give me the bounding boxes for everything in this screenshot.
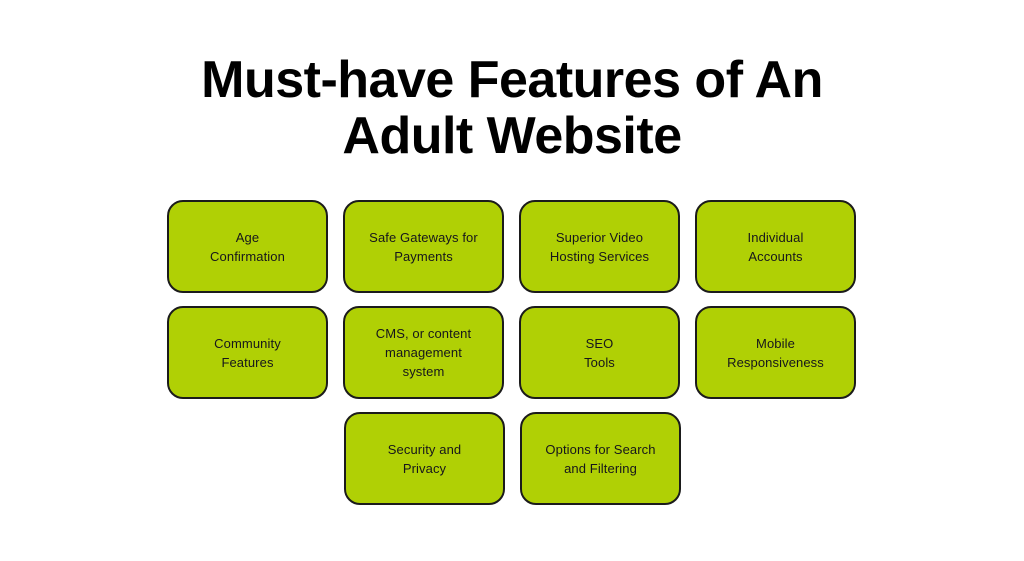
feature-card-individual-accounts[interactable]: Individual Accounts bbox=[695, 200, 856, 293]
feature-card-options-for-search-and-filtering[interactable]: Options for Search and Filtering bbox=[520, 412, 681, 505]
feature-card-superior-video-hosting-services[interactable]: Superior Video Hosting Services bbox=[519, 200, 680, 293]
feature-card-seo-tools[interactable]: SEO Tools bbox=[519, 306, 680, 399]
feature-card-label: Individual Accounts bbox=[747, 229, 804, 264]
feature-card-label: Mobile Responsiveness bbox=[727, 335, 824, 370]
page-title: Must-have Features of An Adult Website bbox=[201, 51, 823, 165]
feature-card-safe-gateways-for-payments[interactable]: Safe Gateways for Payments bbox=[343, 200, 504, 293]
card-row-2: Community Features CMS, or content manag… bbox=[167, 306, 859, 399]
feature-card-cms-content-management-system[interactable]: CMS, or content management system bbox=[343, 306, 504, 399]
feature-card-grid: Age Confirmation Safe Gateways for Payme… bbox=[167, 200, 859, 518]
feature-card-label: Safe Gateways for Payments bbox=[369, 229, 478, 264]
feature-card-label: Options for Search and Filtering bbox=[545, 441, 656, 476]
feature-card-mobile-responsiveness[interactable]: Mobile Responsiveness bbox=[695, 306, 856, 399]
feature-card-label: Superior Video Hosting Services bbox=[549, 229, 650, 264]
card-row-1: Age Confirmation Safe Gateways for Payme… bbox=[167, 200, 859, 293]
feature-card-label: Age Confirmation bbox=[210, 229, 285, 264]
feature-card-label: Community Features bbox=[214, 335, 281, 370]
feature-card-label: CMS, or content management system bbox=[375, 326, 472, 379]
feature-card-community-features[interactable]: Community Features bbox=[167, 306, 328, 399]
feature-card-age-confirmation[interactable]: Age Confirmation bbox=[167, 200, 328, 293]
card-row-3: Security and Privacy Options for Search … bbox=[167, 412, 859, 505]
slide-canvas: Must-have Features of An Adult Website A… bbox=[0, 0, 1024, 561]
feature-card-security-and-privacy[interactable]: Security and Privacy bbox=[344, 412, 505, 505]
feature-card-label: SEO Tools bbox=[584, 335, 615, 370]
feature-card-label: Security and Privacy bbox=[387, 441, 462, 476]
